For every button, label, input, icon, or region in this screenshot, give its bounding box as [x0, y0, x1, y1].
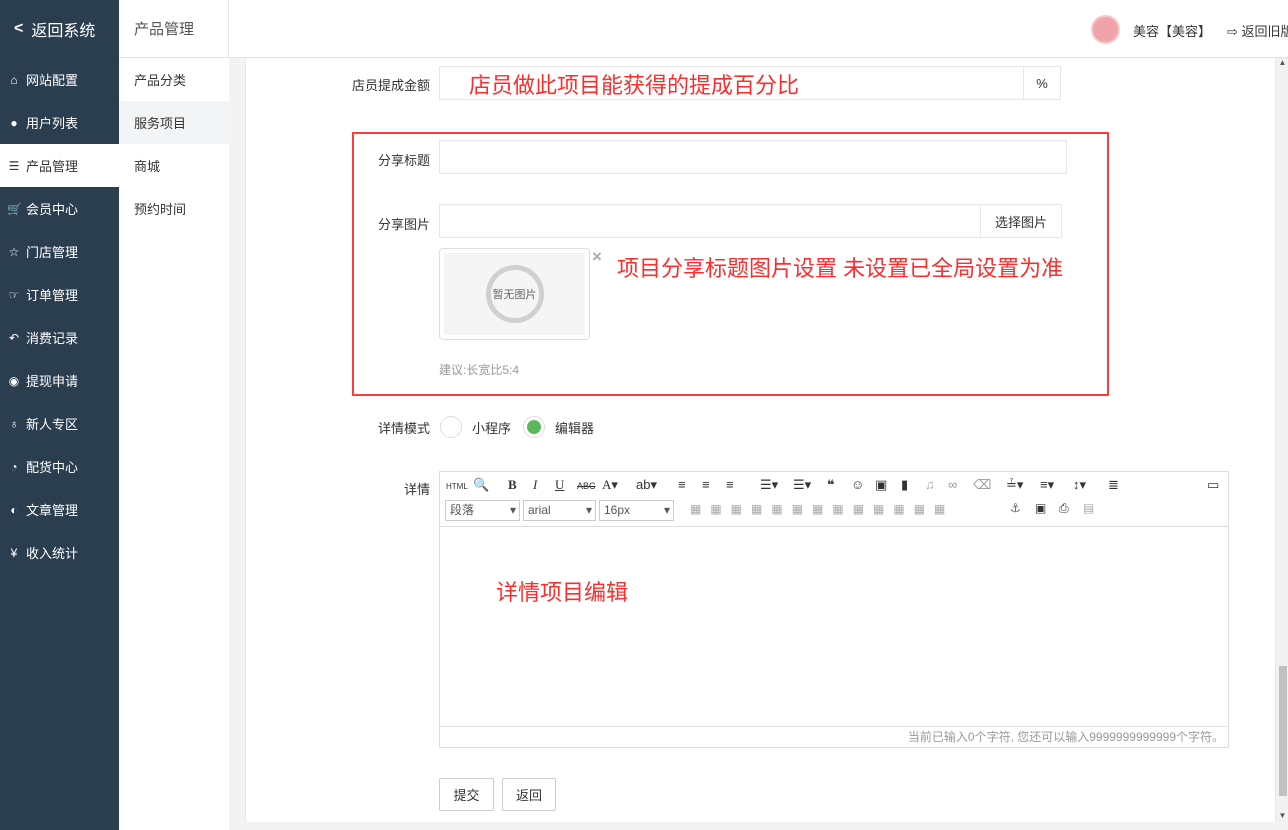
paste-icon[interactable]: ▤ — [1083, 501, 1094, 515]
eraser-icon[interactable]: ⌫ — [973, 477, 991, 493]
quote-icon[interactable]: ❝ — [827, 477, 835, 493]
map-marker-icon: ♁ — [9, 416, 19, 431]
preview-icon[interactable]: 🔍 — [473, 477, 489, 493]
italic-icon[interactable]: I — [533, 477, 537, 493]
align-left-icon[interactable]: ≡ — [678, 477, 686, 492]
editor-annotation: 详情项目编辑 — [496, 580, 629, 605]
sidebar-item[interactable]: ⌂ 网站配置 — [0, 58, 119, 101]
star-icon: ☆ — [8, 244, 20, 259]
detail-label: 详情 — [403, 482, 430, 497]
sidebar-item[interactable]: ◉ 提现申请 — [0, 359, 119, 402]
radio-label: 编辑器 — [555, 421, 595, 436]
user-icon: ● — [10, 115, 18, 130]
sidebar-item[interactable]: ☆ 门店管理 — [0, 230, 119, 273]
radio-miniprogram[interactable] — [440, 416, 462, 438]
scrollbar-thumb[interactable] — [1279, 666, 1287, 796]
paragraph-spacing-icon[interactable]: ≟▾ — [1006, 477, 1023, 493]
sidebar-item[interactable]: ☞ 订单管理 — [0, 273, 119, 316]
sign-out-icon: ⇨ — [1227, 24, 1242, 39]
sidebar-item[interactable]: ◐ 文章管理 — [0, 488, 119, 531]
commission-annotation: 店员做此项目能获得的提成百分比 — [469, 73, 800, 98]
vertical-align-icon[interactable]: ≡▾ — [1040, 477, 1054, 493]
bold-icon[interactable]: B — [508, 477, 517, 493]
char-count: 当前已输入0个字符, 您还可以输入9999999999999个字符。 — [440, 726, 1228, 747]
anchor-icon[interactable]: ⚓ — [1010, 501, 1021, 515]
subnav-title: 产品管理 — [119, 0, 229, 58]
font-select[interactable]: arial ▾ — [523, 500, 596, 521]
subnav-item[interactable]: 产品分类 — [119, 58, 229, 101]
old-version-link[interactable]: ⇨ 返回旧版 — [1227, 21, 1288, 40]
reply-icon: ↶ — [8, 330, 20, 345]
percent-addon: % — [1023, 66, 1061, 100]
back-button[interactable]: 返回 — [502, 778, 556, 811]
paragraph-select[interactable]: 段落 ▾ — [445, 500, 520, 521]
avatar[interactable] — [1091, 15, 1120, 44]
submit-button[interactable]: 提交 — [439, 778, 494, 811]
unordered-list-icon[interactable]: ☰▾ — [793, 477, 811, 493]
thumb-icon: ☞ — [8, 287, 20, 302]
chevron-left-icon: < — [14, 20, 24, 37]
top-bar: 美容【美容】 ⇨ 返回旧版 — [229, 0, 1288, 58]
share-settings-highlight — [352, 132, 1109, 396]
line-height-icon[interactable]: ↕▾ — [1073, 477, 1086, 493]
align-center-icon[interactable]: ≡ — [702, 477, 710, 492]
cart-icon: 🛒 — [7, 201, 22, 216]
sidebar-item[interactable]: 🛒 会员中心 — [0, 187, 119, 230]
table-tools[interactable]: ▦▦▦▦▦▦▦▦▦▦▦▦▦ — [690, 502, 954, 516]
font-size-select[interactable]: 16px ▾ — [599, 500, 674, 521]
image-icon[interactable]: ▣ — [875, 477, 887, 493]
sidebar-item[interactable]: ¥ 收入统计 — [0, 531, 119, 574]
sidebar-item[interactable]: ◔ 配货中心 — [0, 445, 119, 488]
music-icon[interactable]: ♫ — [925, 477, 935, 492]
pie-chart-icon: ◔ — [10, 459, 18, 474]
sidebar-item[interactable]: ↶ 消费记录 — [0, 316, 119, 359]
rich-text-editor: HTML 🔍 B I U ABC A▾ ab▾ ≡ ≡ ≡ ☰▾ ☰▾ ❝ ☺ … — [439, 471, 1229, 748]
subnav: 产品管理 产品分类 服务项目 商城 预约时间 — [119, 0, 229, 830]
scrollbar[interactable]: ▲ ▼ — [1277, 58, 1288, 822]
commission-label: 店员提成金额 — [351, 78, 430, 93]
editor-toolbar: HTML 🔍 B I U ABC A▾ ab▾ ≡ ≡ ≡ ☰▾ ☰▾ ❝ ☺ … — [440, 472, 1228, 527]
sidebar: < 返回系统 ⌂ 网站配置 ● 用户列表 ☰ 产品管理 🛒 会员中心 ☆ 门店管理 ☞ 订单管理 ↶ 消费记… — [0, 0, 119, 830]
html-source-button[interactable]: HTML — [446, 482, 468, 491]
insert-frame-icon[interactable]: ▣ — [1035, 501, 1046, 515]
home-icon: ⌂ — [10, 72, 18, 87]
indent-icon[interactable]: ≣ — [1108, 477, 1119, 493]
back-to-system[interactable]: < 返回系统 — [0, 0, 119, 58]
sidebar-item[interactable]: ☰ 产品管理 — [0, 144, 119, 187]
yen-icon: ¥ — [10, 545, 18, 560]
detail-mode-label: 详情模式 — [377, 421, 430, 436]
video-icon[interactable]: ▮ — [901, 477, 908, 493]
print-icon[interactable]: ⎙ — [1059, 501, 1069, 516]
server-icon: ☰ — [8, 158, 20, 173]
strikethrough-icon[interactable]: ABC — [577, 481, 596, 491]
wechat-icon: ◉ — [8, 373, 20, 388]
sidebar-item[interactable]: ● 用户列表 — [0, 101, 119, 144]
adjust-icon: ◐ — [10, 502, 18, 517]
font-color-icon[interactable]: A▾ — [602, 477, 618, 493]
fullscreen-icon[interactable]: ▭ — [1207, 477, 1219, 493]
ordered-list-icon[interactable]: ☰▾ — [760, 477, 778, 493]
subnav-item[interactable]: 服务项目 — [119, 101, 229, 144]
subnav-item[interactable]: 预约时间 — [119, 187, 229, 230]
subnav-item[interactable]: 商城 — [119, 144, 229, 187]
radio-editor[interactable] — [523, 416, 545, 438]
highlight-icon[interactable]: ab▾ — [636, 477, 657, 493]
emoji-icon[interactable]: ☺ — [851, 477, 864, 492]
underline-icon[interactable]: U — [555, 477, 564, 493]
sidebar-item[interactable]: ♁ 新人专区 — [0, 402, 119, 445]
user-name[interactable]: 美容【美容】 — [1133, 21, 1211, 40]
align-right-icon[interactable]: ≡ — [726, 477, 734, 492]
link-icon[interactable]: ∞ — [948, 477, 957, 492]
editor-content[interactable]: 详情项目编辑 — [440, 527, 1228, 726]
radio-label: 小程序 — [472, 421, 512, 436]
